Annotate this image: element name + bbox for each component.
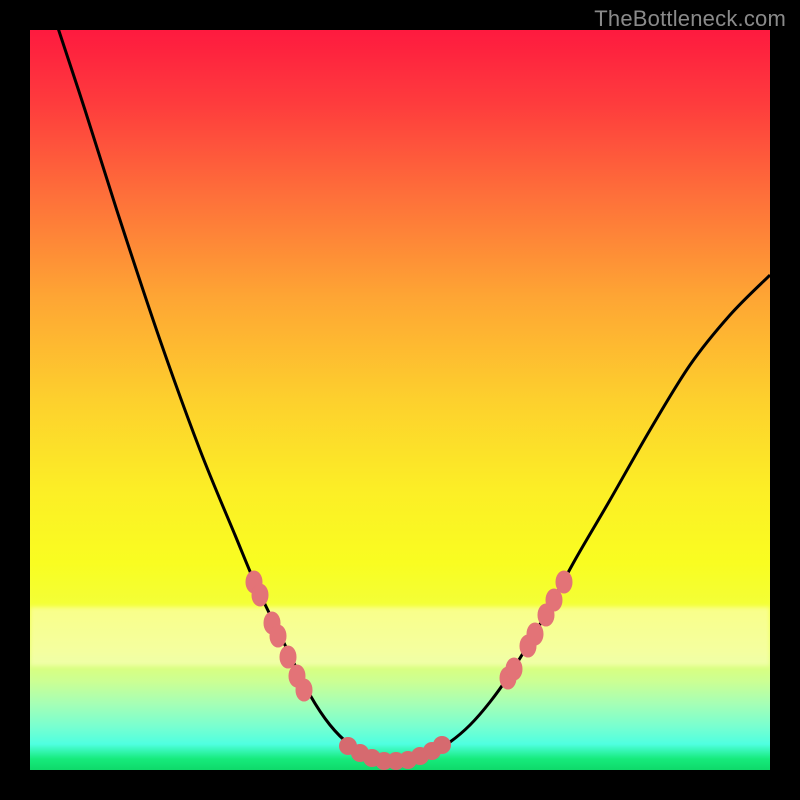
bottom-marker — [433, 736, 451, 754]
bottleneck-curve — [57, 30, 770, 761]
curve-marker — [506, 658, 522, 680]
curve-marker — [252, 584, 268, 606]
watermark-text: TheBottleneck.com — [594, 6, 786, 32]
curve-marker — [280, 646, 296, 668]
curve-marker — [296, 679, 312, 701]
curve-markers — [246, 571, 572, 701]
curve-marker — [527, 623, 543, 645]
plot-frame — [30, 30, 770, 770]
chart-svg — [30, 30, 770, 770]
curve-marker — [546, 589, 562, 611]
bottom-cluster — [339, 736, 451, 770]
curve-marker — [556, 571, 572, 593]
curve-marker — [270, 625, 286, 647]
